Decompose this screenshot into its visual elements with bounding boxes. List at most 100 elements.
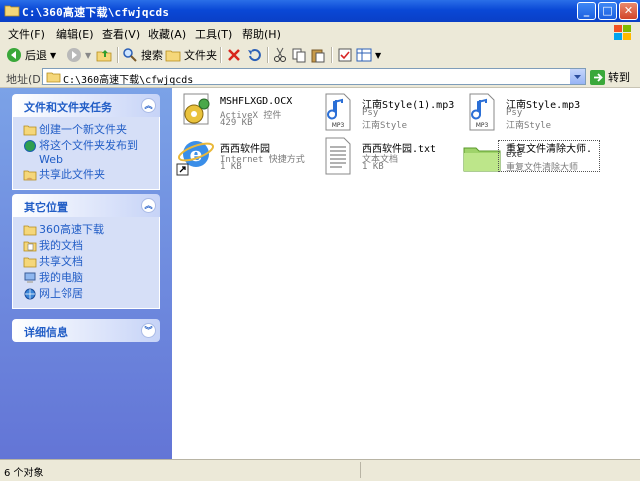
file-item[interactable]: MSHFLXGD.OCX ActiveX 控件 429 KB [176,90,316,138]
place-my-computer[interactable]: 我的电脑 [13,270,159,286]
file-folder-tasks-panel: 文件和文件夹任务 ︽ 创建一个新文件夹 将这个文件夹发布到 Web 共享此文件夹 [12,94,160,190]
views-button[interactable]: ▼ [356,46,381,64]
delete-x-icon [228,49,240,61]
go-button[interactable]: 转到 [590,69,630,85]
search-button[interactable]: 搜索 [122,46,163,64]
paste-icon [311,49,325,63]
back-dropdown-icon[interactable]: ▼ [50,51,56,60]
status-bar: 6 个对象 [0,459,640,481]
file-folder-tasks-header[interactable]: 文件和文件夹任务 ︽ [12,94,160,117]
back-button[interactable]: 后退 ▼ [6,46,56,64]
address-folder-icon [46,72,61,83]
collapse-chevron-icon[interactable]: ︽ [141,98,156,113]
views-dropdown-icon[interactable]: ▼ [375,51,381,60]
up-folder-button[interactable] [96,46,112,64]
copy-button[interactable] [291,46,307,64]
text-document-icon [325,137,351,175]
undo-button[interactable] [246,46,262,64]
go-arrow-icon [590,69,605,85]
folders-button[interactable]: 文件夹 [165,46,217,64]
up-folder-icon [96,50,112,62]
address-bar: 地址(D) C:\360高速下载\cfwjqcds 转到 [0,67,640,88]
globe-icon [24,140,36,152]
menu-bar: 文件(F) 编辑(E) 查看(V) 收藏(A) 工具(T) 帮助(H) [0,22,640,44]
internet-explorer-icon: e [176,141,215,176]
details-header[interactable]: 详细信息 ︾ [12,319,160,342]
task-publish-web[interactable]: 将这个文件夹发布到 [13,138,159,154]
status-object-count: 6 个对象 [4,468,44,479]
undo-icon [248,49,261,62]
chevron-down-icon [574,75,581,79]
menu-tools[interactable]: 工具(T) [195,26,232,42]
folder-icon [4,5,20,17]
place-360-download[interactable]: 360高速下载 [13,222,159,238]
other-places-title: 其它位置 [24,201,68,214]
address-label: 地址(D) [6,73,46,86]
search-label: 搜索 [141,49,163,62]
selection-focus-rect [498,140,600,172]
task-publish-web-line2[interactable]: Web [13,154,159,167]
back-arrow-icon [7,48,21,62]
cut-button[interactable] [273,46,287,64]
details-panel: 详细信息 ︾ [12,319,160,342]
go-label: 转到 [608,71,630,84]
activex-gear-icon [183,93,210,125]
address-input[interactable]: C:\360高速下载\cfwjqcds [42,68,586,86]
forward-dropdown-icon[interactable]: ▼ [85,51,91,60]
close-button[interactable]: ✕ [619,2,638,20]
menu-edit[interactable]: 编辑(E) [56,26,94,42]
menu-view[interactable]: 查看(V) [102,26,140,42]
minimize-button[interactable]: _ [577,2,596,20]
views-grid-icon [356,48,372,62]
menu-help[interactable]: 帮助(H) [242,26,281,42]
status-divider [360,462,361,478]
shared-documents-icon [23,257,37,268]
scissors-icon [274,47,286,62]
task-new-folder[interactable]: 创建一个新文件夹 [13,122,159,138]
svg-text:MP3: MP3 [332,122,345,129]
place-network[interactable]: 网上邻居 [13,286,159,302]
task-pane: 文件和文件夹任务 ︽ 创建一个新文件夹 将这个文件夹发布到 Web 共享此文件夹… [0,88,172,459]
forward-arrow-icon [67,48,81,62]
search-icon [123,48,137,62]
file-item[interactable]: e 西西软件园 Internet 快捷方式 1 KB [176,134,316,182]
network-places-icon [24,288,36,300]
file-item[interactable]: MP3 江南Style(1).mp3 Psy 江南Style [318,90,458,138]
folders-label: 文件夹 [184,49,217,62]
folders-icon [165,50,181,62]
file-list-view: MSHFLXGD.OCX ActiveX 控件 429 KB MP3 江南Sty… [172,88,640,459]
window-title: C:\360高速下载\cfwjqcds [22,6,170,19]
menu-file[interactable]: 文件(F) [8,26,45,42]
copy-icon [292,48,306,63]
other-places-header[interactable]: 其它位置 ︽ [12,194,160,217]
details-title: 详细信息 [24,326,68,339]
windows-logo-icon [614,25,631,40]
collapse-chevron-icon[interactable]: ︽ [141,198,156,213]
place-my-documents[interactable]: 我的文档 [13,238,159,254]
svg-text:MP3: MP3 [476,122,489,129]
other-places-panel: 其它位置 ︽ 360高速下载 我的文档 共享文档 我的电脑 网上邻居 [12,194,160,309]
delete-button[interactable] [226,46,242,64]
properties-icon [338,48,352,62]
toolbar: 后退 ▼ ▼ 搜索 文件夹 ▼ [0,43,640,68]
back-label: 后退 [25,49,47,62]
mp3-file-icon: MP3 [325,93,351,131]
address-dropdown-button[interactable] [569,69,585,84]
maximize-button[interactable]: □ [598,2,617,20]
menu-favorites[interactable]: 收藏(A) [148,26,186,42]
folder-icon [23,225,37,236]
file-item[interactable]: MP3 江南Style.mp3 Psy 江南Style [462,90,602,138]
paste-button[interactable] [310,46,326,64]
title-bar: C:\360高速下载\cfwjqcds _ □ ✕ [0,0,640,22]
file-folder-tasks-title: 文件和文件夹任务 [24,101,112,114]
mp3-file-icon: MP3 [469,93,495,131]
forward-button[interactable]: ▼ [66,46,91,64]
address-value: C:\360高速下载\cfwjqcds [63,75,194,86]
expand-chevron-icon[interactable]: ︾ [141,323,156,338]
new-folder-icon [23,125,37,136]
file-item[interactable]: 西西软件园.txt 文本文档 1 KB [318,134,458,182]
place-shared-documents[interactable]: 共享文档 [13,254,159,270]
properties-button[interactable] [337,46,353,64]
my-documents-icon [23,241,37,252]
task-share-folder[interactable]: 共享此文件夹 [13,167,159,183]
